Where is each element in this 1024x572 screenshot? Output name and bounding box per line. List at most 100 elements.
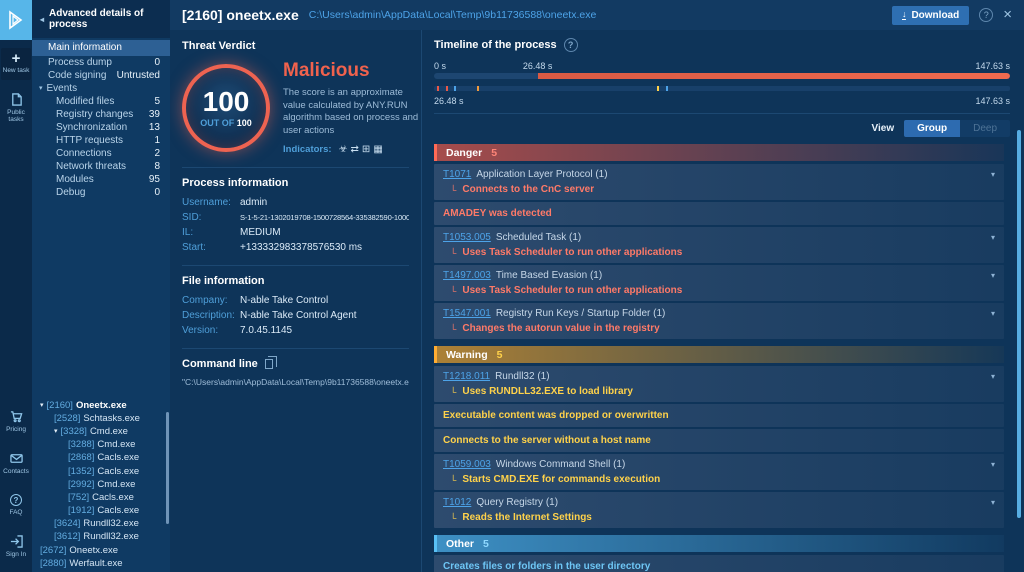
technique-row[interactable]: T1071 Application Layer Protocol (1) ▾ └… (434, 164, 1004, 200)
tree-row[interactable]: [2992] Cmd.exe (32, 478, 170, 491)
process-header: [2160] oneetx.exe C:\Users\admin\AppData… (170, 0, 1024, 30)
sidebar-item-registry-changes[interactable]: Registry changes 39 (32, 108, 170, 121)
technique-row[interactable]: T1059.003 Windows Command Shell (1) ▾ └S… (434, 454, 1004, 490)
copy-icon[interactable] (265, 359, 273, 369)
chevron-down-icon[interactable]: ▾ (40, 399, 44, 412)
command-line-value: "C:\Users\admin\AppData\Local\Temp\9b117… (182, 377, 409, 387)
contacts-button[interactable]: Contacts (1, 447, 31, 481)
tree-elbow-icon: └ (450, 387, 456, 397)
pricing-label: Pricing (6, 426, 26, 433)
timeline-events-bar[interactable] (434, 86, 1010, 91)
tree-row[interactable]: [1912] Cacls.exe (32, 504, 170, 517)
sidebar-item-network-threats[interactable]: Network threats 8 (32, 160, 170, 173)
help-icon[interactable]: ? (979, 8, 993, 22)
sidebar-item-debug[interactable]: Debug 0 (32, 186, 170, 199)
sidebar-item-main-information[interactable]: Main information (32, 40, 170, 56)
sidebar-item-modules[interactable]: Modules 95 (32, 173, 170, 186)
command-line-title: Command line (182, 358, 258, 370)
tree-row[interactable]: [2868] Cacls.exe (32, 451, 170, 464)
detection-row[interactable]: Connects to the server without a host na… (434, 429, 1004, 452)
main-panel: [2160] oneetx.exe C:\Users\admin\AppData… (170, 0, 1024, 572)
main-scrollbar[interactable] (1017, 130, 1021, 518)
detection-row[interactable]: Executable content was dropped or overwr… (434, 404, 1004, 427)
anyrun-logo[interactable] (0, 0, 32, 40)
danger-count-badge: 5 (491, 147, 497, 159)
tree-row[interactable]: [3612] Rundll32.exe (32, 530, 170, 543)
technique-link[interactable]: T1059.003 (443, 459, 491, 470)
sidebar-item-http-requests[interactable]: HTTP requests 1 (32, 134, 170, 147)
detection-row[interactable]: Creates files or folders in the user dir… (434, 555, 1004, 572)
timeline-range-bar[interactable] (434, 73, 1010, 79)
envelope-icon (10, 452, 23, 465)
technique-link[interactable]: T1218.011 (443, 371, 490, 382)
technique-row[interactable]: T1497.003 Time Based Evasion (1) ▾ └Uses… (434, 265, 1004, 301)
download-button[interactable]: ↓ Download (892, 6, 969, 25)
timeline-help-icon[interactable]: ? (564, 38, 578, 52)
chevron-down-icon[interactable]: ▾ (991, 170, 995, 179)
timeline-column: Timeline of the process ? 0 s 26.48 s 14… (422, 30, 1024, 572)
technique-link[interactable]: T1012 (443, 497, 471, 508)
new-task-button[interactable]: + New task (1, 48, 31, 80)
chevron-down-icon[interactable]: ▾ (991, 233, 995, 242)
chevron-down-icon[interactable]: ▾ (991, 498, 995, 507)
process-information-table: Username:admin SID:S-1-5-21-1302019708-1… (182, 197, 409, 253)
chevron-down-icon[interactable]: ▾ (991, 460, 995, 469)
danger-section-header[interactable]: Danger 5 (434, 144, 1004, 161)
tree-elbow-icon: └ (450, 185, 456, 195)
other-section-header[interactable]: Other 5 (434, 535, 1004, 552)
tree-row[interactable]: ▾ [3328] Cmd.exe (32, 425, 170, 438)
timeline-selected-range (538, 73, 1010, 79)
cart-icon (10, 410, 23, 423)
technique-link[interactable]: T1497.003 (443, 270, 491, 281)
process-tree: ▾ [2160] Oneetx.exe [2528] Schtasks.exe … (32, 399, 170, 572)
pricing-button[interactable]: Pricing (1, 405, 31, 439)
technique-row[interactable]: T1547.001 Registry Run Keys / Startup Fo… (434, 303, 1004, 339)
sidebar-item-code-signing[interactable]: Code signing Untrusted (32, 69, 170, 82)
faq-button[interactable]: ? FAQ (1, 489, 31, 522)
chevron-down-icon[interactable]: ▾ (991, 372, 995, 381)
tree-elbow-icon: └ (450, 248, 456, 258)
tree-row[interactable]: [1352] Cacls.exe (32, 465, 170, 478)
view-button[interactable]: View (871, 123, 894, 134)
technique-link[interactable]: T1071 (443, 169, 471, 180)
technique-link[interactable]: T1053.005 (443, 232, 491, 243)
tree-row[interactable]: [2880] Werfault.exe (32, 557, 170, 570)
behavior-sections: Danger 5 T1071 Application Layer Protoco… (434, 144, 1010, 572)
sidebar-title: Advanced details of process (49, 8, 164, 30)
chevron-down-icon[interactable]: ▾ (54, 425, 58, 438)
detection-row[interactable]: AMADEY was detected (434, 202, 1004, 225)
sidebar-item-connections[interactable]: Connections 2 (32, 147, 170, 160)
tree-row[interactable]: ▾ [2160] Oneetx.exe (32, 399, 170, 412)
timeline-sub-end-label: 147.63 s (975, 96, 1010, 106)
play-triangle-icon (7, 10, 25, 30)
sidebar-scrollbar[interactable] (166, 412, 169, 524)
close-icon[interactable]: × (1003, 8, 1012, 22)
tree-row[interactable]: [3624] Rundll32.exe (32, 517, 170, 530)
tree-row[interactable]: [2528] Schtasks.exe (32, 412, 170, 425)
tree-row[interactable]: [3288] Cmd.exe (32, 438, 170, 451)
sidebar-item-process-dump[interactable]: Process dump 0 (32, 56, 170, 69)
tree-row[interactable]: [2672] Oneetx.exe (32, 544, 170, 557)
faq-label: FAQ (9, 509, 22, 516)
technique-row[interactable]: T1218.011 Rundll32 (1) ▾ └Uses RUNDLL32.… (434, 366, 1004, 402)
sign-in-button[interactable]: Sign In (1, 530, 31, 564)
process-information-title: Process information (182, 167, 409, 189)
grid-indicator-icon: ▦ (373, 144, 385, 155)
technique-row[interactable]: T1053.005 Scheduled Task (1) ▾ └Uses Tas… (434, 227, 1004, 263)
sidebar-group-events[interactable]: ▾ Events (32, 82, 170, 95)
technique-link[interactable]: T1547.001 (443, 308, 491, 319)
chevron-down-icon[interactable]: ▾ (991, 309, 995, 318)
group-button[interactable]: Group (904, 120, 960, 137)
sidebar-item-modified-files[interactable]: Modified files 5 (32, 95, 170, 108)
danger-section: Danger 5 T1071 Application Layer Protoco… (434, 144, 1004, 339)
technique-row[interactable]: T1012 Query Registry (1) ▾ └Reads the In… (434, 492, 1004, 528)
tree-row[interactable]: [752] Cacls.exe (32, 491, 170, 504)
back-button[interactable]: ◂ Advanced details of process (32, 0, 170, 38)
content: Threat Verdict 100 OUT OF 100 Malicious … (170, 30, 1024, 572)
deep-button[interactable]: Deep (960, 120, 1010, 137)
public-tasks-button[interactable]: Public tasks (1, 88, 31, 129)
chevron-down-icon[interactable]: ▾ (991, 271, 995, 280)
process-path[interactable]: C:\Users\admin\AppData\Local\Temp\9b1173… (309, 9, 597, 21)
warning-section-header[interactable]: Warning 5 (434, 346, 1004, 363)
sidebar-item-synchronization[interactable]: Synchronization 13 (32, 121, 170, 134)
